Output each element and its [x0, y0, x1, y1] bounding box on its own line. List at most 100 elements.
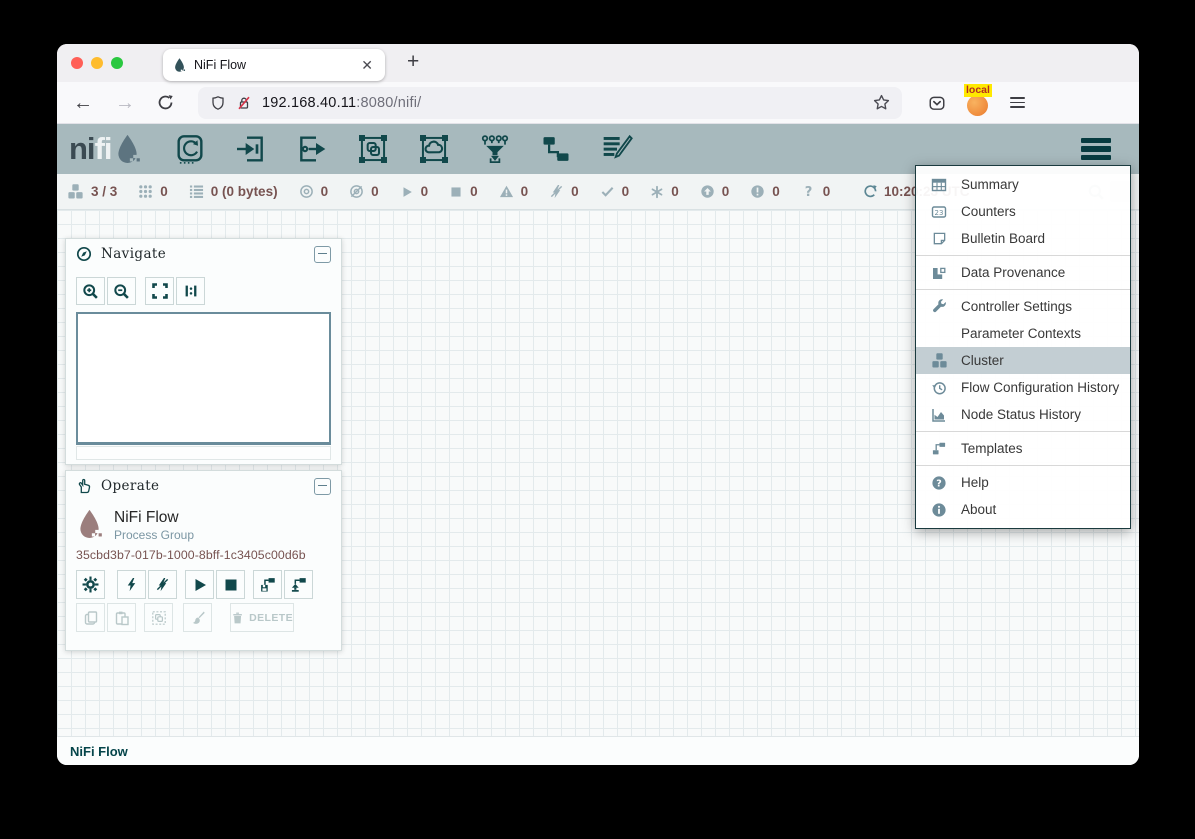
- menu-item-summary[interactable]: Summary: [916, 171, 1130, 198]
- menu-item-data-provenance[interactable]: Data Provenance: [916, 259, 1130, 286]
- browser-tab[interactable]: NiFi Flow ✕: [163, 49, 385, 81]
- active-threads-status: 0: [138, 184, 168, 199]
- reload-icon[interactable]: [157, 94, 174, 111]
- template-component-icon[interactable]: [539, 132, 573, 166]
- operate-panel: Operate NiFi Flow Process Group 35cbd3b7…: [65, 470, 342, 651]
- shield-icon[interactable]: [210, 95, 226, 111]
- history-icon: [930, 380, 948, 396]
- counters-icon: 23: [930, 204, 948, 220]
- insecure-lock-icon[interactable]: [236, 95, 252, 111]
- refresh-icon[interactable]: [863, 184, 878, 199]
- cluster-cubes-icon: [930, 352, 948, 369]
- profile-label: local: [964, 84, 992, 97]
- nifi-global-menu-icon[interactable]: [1081, 138, 1111, 161]
- menu-item-node-status-history[interactable]: Node Status History: [916, 401, 1130, 428]
- zoom-fit-button[interactable]: [145, 277, 174, 305]
- disable-button[interactable]: [148, 570, 177, 599]
- hand-icon: [76, 478, 92, 494]
- remote-process-group-component-icon[interactable]: [417, 132, 451, 166]
- operate-panel-title: Operate: [101, 478, 159, 494]
- disabled-icon: [549, 184, 564, 199]
- connected-nodes-status: 3 / 3: [67, 183, 117, 200]
- menu-separator: [916, 465, 1130, 466]
- zoom-in-button[interactable]: [76, 277, 105, 305]
- copy-button[interactable]: [76, 603, 105, 632]
- stopped-icon: [449, 185, 463, 199]
- browser-window: NiFi Flow ✕ + ← → 192.168.40.11:8080/nif…: [57, 44, 1139, 765]
- process-group-component-icon[interactable]: [356, 132, 390, 166]
- tab-favicon-nifi-droplet-icon: [173, 57, 186, 74]
- upload-template-button[interactable]: [284, 570, 313, 599]
- sync-failure-status: ? 0: [801, 184, 831, 199]
- new-tab-button[interactable]: +: [401, 48, 425, 76]
- menu-item-help[interactable]: ? Help: [916, 469, 1130, 496]
- navigate-panel: Navigate: [65, 238, 342, 465]
- wrench-icon: [930, 299, 948, 314]
- url-bar[interactable]: 192.168.40.11:8080/nifi/: [198, 87, 902, 119]
- up-to-date-status: 0: [600, 184, 630, 199]
- tab-title: NiFi Flow: [194, 58, 359, 72]
- change-color-button[interactable]: [183, 603, 212, 632]
- queued-icon: [189, 184, 204, 199]
- menu-item-flow-configuration-history[interactable]: Flow Configuration History: [916, 374, 1130, 401]
- breadcrumb-root[interactable]: NiFi Flow: [70, 744, 128, 759]
- funnel-component-icon[interactable]: [478, 132, 512, 166]
- not-transmitting-status: 0: [349, 184, 379, 199]
- birdseye-brush[interactable]: [76, 446, 331, 460]
- invalid-icon: [499, 184, 514, 199]
- close-window-button[interactable]: [71, 57, 83, 69]
- zoom-out-button[interactable]: [107, 277, 136, 305]
- window-controls: [71, 57, 123, 69]
- compass-icon: [76, 246, 92, 262]
- group-button[interactable]: [144, 603, 173, 632]
- avatar-face: [967, 95, 988, 116]
- label-component-icon[interactable]: [600, 132, 634, 166]
- locally-modified-icon: [650, 185, 664, 199]
- stale-status: 0: [700, 184, 730, 199]
- nifi-logo-droplet-icon: [114, 133, 141, 167]
- menu-item-about[interactable]: About: [916, 496, 1130, 523]
- menu-item-parameter-contexts[interactable]: Parameter Contexts: [916, 320, 1130, 347]
- enable-button[interactable]: [117, 570, 146, 599]
- bookmark-star-icon[interactable]: [873, 94, 890, 111]
- nifi-logo: nifi: [69, 131, 141, 167]
- pocket-icon[interactable]: [928, 94, 946, 112]
- stale-icon: [700, 184, 715, 199]
- collapse-operate-button[interactable]: [314, 478, 331, 495]
- menu-item-templates[interactable]: Templates: [916, 435, 1130, 462]
- zoom-actual-size-button[interactable]: [176, 277, 205, 305]
- svg-text:?: ?: [804, 185, 812, 199]
- transmitting-icon: [299, 184, 314, 199]
- back-button[interactable]: ←: [73, 93, 93, 113]
- locally-modified-stale-icon: [750, 184, 765, 199]
- sticky-note-icon: [930, 231, 948, 246]
- zoom-window-button[interactable]: [111, 57, 123, 69]
- configuration-button[interactable]: [76, 570, 105, 599]
- cluster-nodes-icon: [67, 183, 84, 200]
- global-menu: Summary 23 Counters Bulletin Board Data …: [915, 165, 1131, 529]
- menu-item-bulletin-board[interactable]: Bulletin Board: [916, 225, 1130, 252]
- forward-button[interactable]: →: [115, 93, 135, 113]
- birdseye-minimap[interactable]: [76, 312, 331, 445]
- url-text[interactable]: 192.168.40.11:8080/nifi/: [262, 95, 421, 111]
- invalid-status: 0: [499, 184, 529, 199]
- profile-avatar[interactable]: local: [966, 90, 990, 116]
- menu-item-counters[interactable]: 23 Counters: [916, 198, 1130, 225]
- collapse-navigate-button[interactable]: [314, 246, 331, 263]
- start-button[interactable]: [185, 570, 214, 599]
- sync-failure-icon: ?: [801, 184, 816, 199]
- delete-button[interactable]: DELETE: [230, 603, 294, 632]
- save-template-button[interactable]: [253, 570, 282, 599]
- tab-close-icon[interactable]: ✕: [359, 56, 375, 74]
- locally-modified-stale-status: 0: [750, 184, 780, 199]
- minimize-window-button[interactable]: [91, 57, 103, 69]
- processor-component-icon[interactable]: [173, 132, 207, 166]
- menu-item-controller-settings[interactable]: Controller Settings: [916, 293, 1130, 320]
- menu-item-cluster[interactable]: Cluster: [916, 347, 1130, 374]
- browser-menu-icon[interactable]: [1010, 97, 1025, 108]
- browser-toolbar: ← → 192.168.40.11:8080/nifi/ local: [57, 82, 1139, 124]
- output-port-component-icon[interactable]: [295, 132, 329, 166]
- input-port-component-icon[interactable]: [234, 132, 268, 166]
- paste-button[interactable]: [107, 603, 136, 632]
- stop-button[interactable]: [216, 570, 245, 599]
